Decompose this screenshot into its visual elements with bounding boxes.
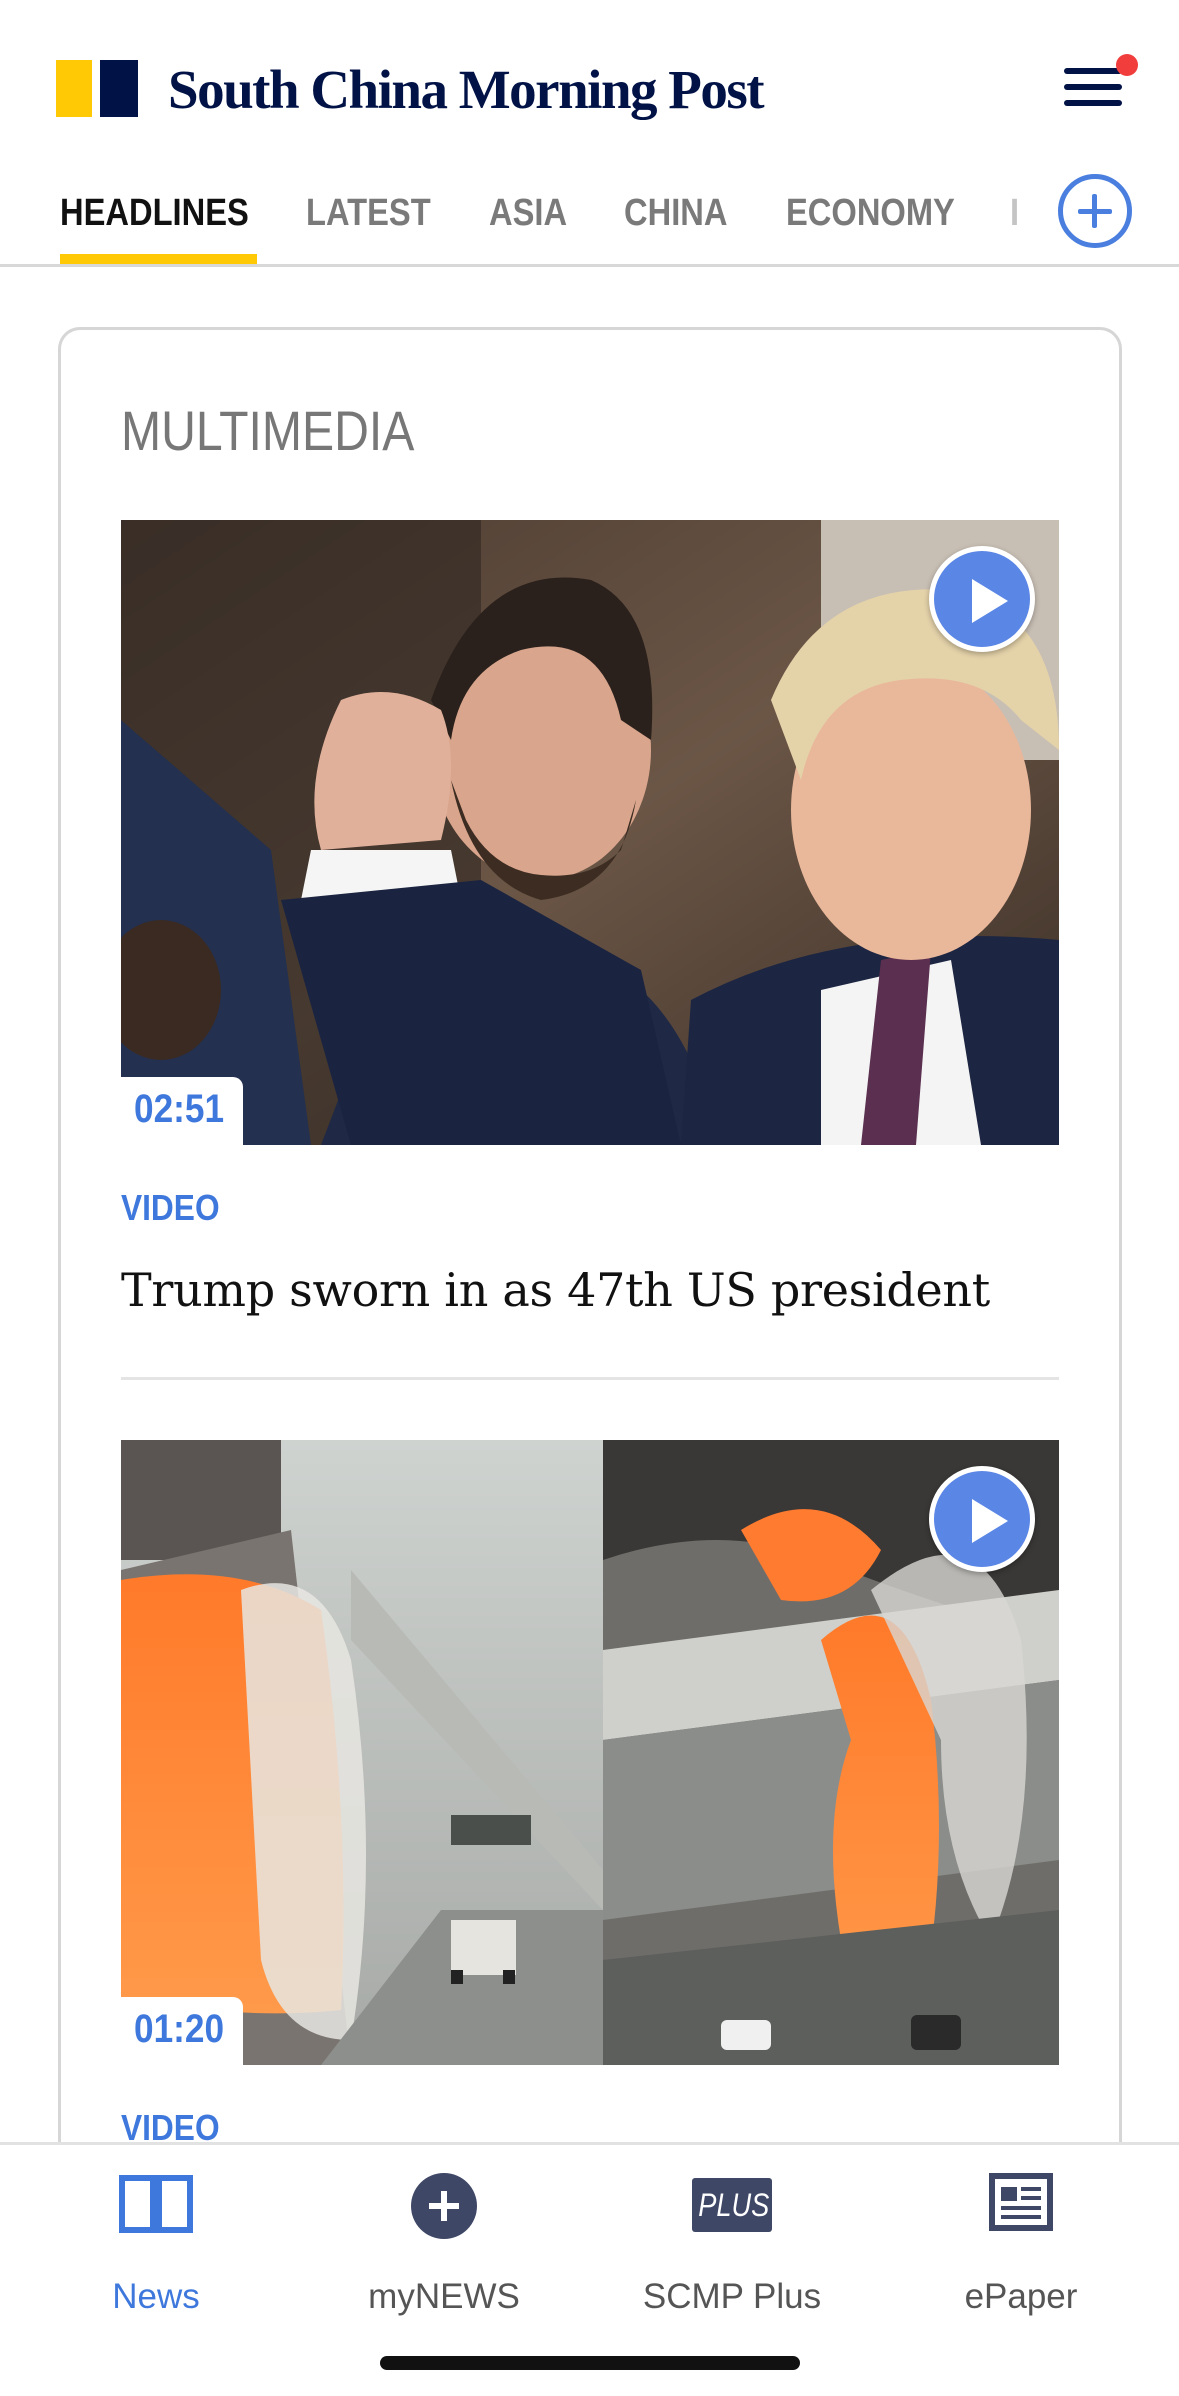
play-icon[interactable] xyxy=(929,1466,1035,1572)
active-tab-indicator xyxy=(60,254,257,264)
tab-economy[interactable]: ECONOMY xyxy=(786,192,955,235)
add-section-icon[interactable] xyxy=(1058,174,1132,248)
plus-circle-icon xyxy=(411,2173,477,2239)
nav-label: News xyxy=(112,2277,200,2316)
tab-latest[interactable]: LATEST xyxy=(306,192,431,235)
nav-item-epaper[interactable]: ePaper xyxy=(901,2173,1141,2317)
logo-navy-block xyxy=(100,60,138,117)
story-headline[interactable]: Trump sworn in as 47th US president xyxy=(121,1263,990,1317)
logo-wordmark[interactable]: South China Morning Post xyxy=(168,58,765,121)
app-header: South China Morning Post xyxy=(0,0,1179,175)
nav-item-mynews[interactable]: myNEWS xyxy=(324,2173,564,2317)
logo-yellow-block xyxy=(56,60,92,117)
tab-headlines[interactable]: HEADLINES xyxy=(60,192,249,235)
bridge-fire-photo xyxy=(121,1440,1059,2065)
menu-bar-bottom xyxy=(1064,100,1122,106)
nav-label: SCMP Plus xyxy=(642,2277,822,2316)
tab-china[interactable]: CHINA xyxy=(624,192,727,235)
section-tabs: HEADLINES LATEST ASIA CHINA ECONOMY I xyxy=(0,180,1179,267)
tab-asia[interactable]: ASIA xyxy=(489,192,567,235)
menu-bar-middle xyxy=(1064,84,1122,90)
nav-label: myNEWS xyxy=(368,2277,520,2316)
nav-item-scmp-plus[interactable]: PLUS SCMP Plus xyxy=(612,2173,852,2317)
home-indicator[interactable] xyxy=(380,2356,800,2370)
logo-mark[interactable] xyxy=(56,60,138,117)
video-thumbnail-2[interactable]: 01:20 xyxy=(121,1440,1059,2065)
inauguration-photo xyxy=(121,520,1059,1145)
plus-badge-icon: PLUS xyxy=(692,2178,772,2232)
menu-bar-top xyxy=(1064,68,1122,74)
section-title: MULTIMEDIA xyxy=(121,399,415,462)
multimedia-card: MULTIMEDIA 02:51 VIDEO Trump sworn in as… xyxy=(58,327,1122,2227)
notification-dot xyxy=(1116,54,1138,76)
story-kicker: VIDEO xyxy=(121,1187,220,1228)
book-icon xyxy=(119,2173,193,2237)
newspaper-icon xyxy=(989,2173,1053,2237)
play-icon[interactable] xyxy=(929,546,1035,652)
video-duration-badge: 02:51 xyxy=(121,1077,243,1145)
nav-item-news[interactable]: News xyxy=(36,2173,276,2317)
video-duration-badge: 01:20 xyxy=(121,1997,243,2065)
tab-truncated[interactable]: I xyxy=(1010,192,1019,235)
plus-badge-text: PLUS xyxy=(698,2187,770,2223)
video-thumbnail-1[interactable]: 02:51 xyxy=(121,520,1059,1145)
nav-label: ePaper xyxy=(964,2277,1078,2316)
menu-icon[interactable] xyxy=(1064,54,1138,112)
story-divider xyxy=(121,1377,1059,1380)
